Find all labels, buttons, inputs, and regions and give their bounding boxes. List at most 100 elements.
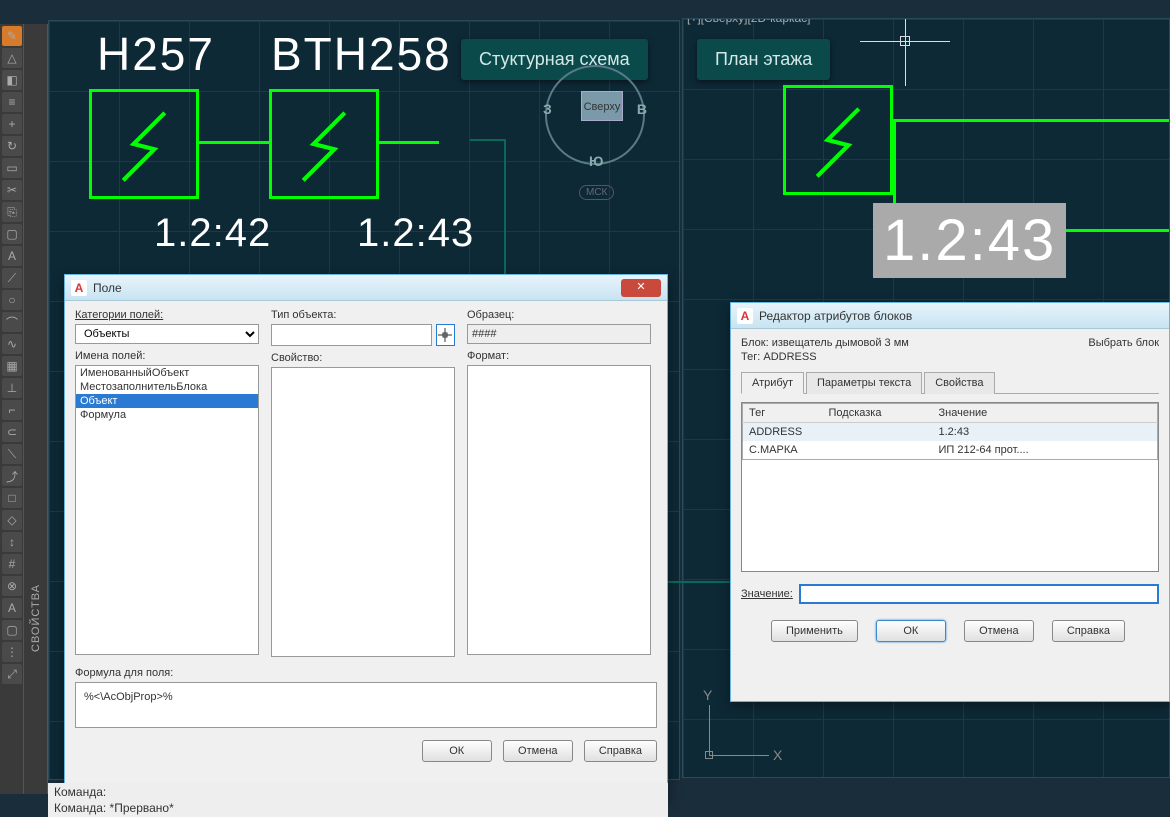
tab-attribute[interactable]: Атрибут bbox=[741, 372, 804, 394]
command-line-2[interactable]: Команда: *Прервано* bbox=[48, 799, 668, 817]
tool-28[interactable]: ⋮ bbox=[2, 642, 22, 662]
tag-floor-plan: План этажа bbox=[697, 39, 830, 80]
field-dialog-titlebar[interactable]: A Поле ✕ bbox=[65, 275, 667, 301]
tab-properties[interactable]: Свойства bbox=[924, 372, 994, 394]
tool-1[interactable]: △ bbox=[2, 48, 22, 68]
tag-info: Тег: ADDRESS bbox=[741, 351, 909, 363]
addr-1: 1.2:42 bbox=[154, 211, 271, 256]
label-object-type: Тип объекта: bbox=[271, 309, 455, 321]
block-right[interactable] bbox=[783, 85, 893, 195]
listbox-format[interactable] bbox=[467, 365, 651, 655]
tool-29[interactable]: ⤢ bbox=[2, 664, 22, 684]
view-cube-west[interactable]: З bbox=[543, 101, 552, 117]
view-cube[interactable]: Сверху З В Ю МСК bbox=[545, 65, 645, 165]
side-properties-panel: СВОЙСТВА bbox=[24, 24, 48, 794]
view-cube-top[interactable]: Сверху bbox=[581, 91, 623, 121]
field-dialog: A Поле ✕ Категории полей: Объекты Имена … bbox=[64, 274, 668, 798]
help-button[interactable]: Справка bbox=[584, 740, 657, 762]
attr-dialog-titlebar[interactable]: A Редактор атрибутов блоков bbox=[731, 303, 1169, 329]
tool-26[interactable]: A bbox=[2, 598, 22, 618]
tool-18[interactable]: ⊂ bbox=[2, 422, 22, 442]
view-cube-wcs[interactable]: МСК bbox=[579, 185, 614, 200]
tool-21[interactable]: □ bbox=[2, 488, 22, 508]
block-1[interactable] bbox=[89, 89, 199, 199]
tab-text-params[interactable]: Параметры текста bbox=[806, 372, 922, 394]
apply-button[interactable]: Применить bbox=[771, 620, 858, 642]
cancel-button[interactable]: Отмена bbox=[503, 740, 573, 762]
tool-14[interactable]: ∿ bbox=[2, 334, 22, 354]
tool-24[interactable]: # bbox=[2, 554, 22, 574]
label-sample: Образец: bbox=[467, 309, 651, 321]
table-row[interactable]: ADDRESS 1.2:43 bbox=[743, 423, 1158, 442]
cancel-button[interactable]: Отмена bbox=[964, 620, 1034, 642]
block-label-2: BTH258 bbox=[271, 27, 452, 81]
list-item-selected[interactable]: Объект bbox=[76, 394, 258, 408]
tool-17[interactable]: ⌐ bbox=[2, 400, 22, 420]
addr-2: 1.2:43 bbox=[357, 211, 474, 256]
tool-23[interactable]: ↕ bbox=[2, 532, 22, 552]
properties-label: СВОЙСТВА bbox=[30, 584, 42, 652]
tool-10[interactable]: A bbox=[2, 246, 22, 266]
app-icon: A bbox=[71, 280, 87, 296]
label-format: Формат: bbox=[467, 350, 651, 362]
tool-pencil[interactable]: ✎ bbox=[2, 26, 22, 46]
listbox-property[interactable] bbox=[271, 367, 455, 657]
tool-22[interactable]: ◇ bbox=[2, 510, 22, 530]
tool-11[interactable]: ⟋ bbox=[2, 268, 22, 288]
tool-16[interactable]: ⊥ bbox=[2, 378, 22, 398]
formula-display: %<\AcObjProp>% bbox=[75, 682, 657, 728]
ok-button[interactable]: ОК bbox=[876, 620, 946, 642]
view-cube-south[interactable]: Ю bbox=[589, 153, 603, 169]
wire-right-1 bbox=[893, 119, 1170, 122]
listbox-names[interactable]: ИменованныйОбъект МестозаполнительБлока … bbox=[75, 365, 259, 655]
label-names: Имена полей: bbox=[75, 350, 259, 362]
tool-15[interactable]: ▦ bbox=[2, 356, 22, 376]
app-icon: A bbox=[737, 308, 753, 324]
col-value[interactable]: Значение bbox=[933, 404, 1158, 423]
list-item[interactable]: ИменованныйОбъект bbox=[76, 366, 258, 380]
viewport-title: [+][Сверху][2D-каркас] bbox=[687, 18, 811, 25]
tool-20[interactable]: ⤴ bbox=[2, 466, 22, 486]
input-object-type[interactable] bbox=[271, 324, 432, 346]
tool-27[interactable]: ▢ bbox=[2, 620, 22, 640]
input-value[interactable] bbox=[799, 584, 1159, 604]
label-property: Свойство: bbox=[271, 352, 455, 364]
block-info: Блок: извещатель дымовой 3 мм bbox=[741, 337, 909, 349]
tool-12[interactable]: ○ bbox=[2, 290, 22, 310]
view-cube-east[interactable]: В bbox=[637, 101, 647, 117]
block-label-1: H257 bbox=[97, 27, 215, 81]
attribute-editor-dialog: A Редактор атрибутов блоков Блок: извеща… bbox=[730, 302, 1170, 702]
tool-2[interactable]: ◧ bbox=[2, 70, 22, 90]
close-button[interactable]: ✕ bbox=[621, 279, 661, 297]
attr-dialog-title: Редактор атрибутов блоков bbox=[759, 309, 1163, 323]
tool-6[interactable]: ▭ bbox=[2, 158, 22, 178]
ok-button[interactable]: ОК bbox=[422, 740, 492, 762]
tool-4[interactable]: + bbox=[2, 114, 22, 134]
tool-7[interactable]: ✂ bbox=[2, 180, 22, 200]
tool-5[interactable]: ↻ bbox=[2, 136, 22, 156]
list-item[interactable]: Формула bbox=[76, 408, 258, 422]
help-button[interactable]: Справка bbox=[1052, 620, 1125, 642]
pick-object-button[interactable] bbox=[436, 324, 455, 346]
sample-display: #### bbox=[467, 324, 651, 344]
wire-2 bbox=[379, 141, 439, 144]
field-dialog-title: Поле bbox=[93, 281, 621, 295]
block-2[interactable] bbox=[269, 89, 379, 199]
select-category[interactable]: Объекты bbox=[75, 324, 259, 344]
label-formula: Формула для поля: bbox=[75, 667, 657, 679]
table-row[interactable]: С.МАРКА ИП 212-64 прот.... bbox=[743, 441, 1158, 460]
col-prompt[interactable]: Подсказка bbox=[823, 404, 933, 423]
attribute-value-highlight: 1.2:43 bbox=[873, 203, 1066, 278]
tool-13[interactable]: ⌒ bbox=[2, 312, 22, 332]
tool-25[interactable]: ⊗ bbox=[2, 576, 22, 596]
col-tag[interactable]: Тег bbox=[743, 404, 823, 423]
select-block-link[interactable]: Выбрать блок bbox=[1088, 337, 1159, 363]
tool-3[interactable]: ≡ bbox=[2, 92, 22, 112]
tool-8[interactable]: ⎘ bbox=[2, 202, 22, 222]
tool-19[interactable]: ⟍ bbox=[2, 444, 22, 464]
attribute-table[interactable]: Тег Подсказка Значение ADDRESS 1.2:43 С.… bbox=[741, 402, 1159, 572]
wire-1 bbox=[199, 141, 269, 144]
tool-9[interactable]: ▢ bbox=[2, 224, 22, 244]
list-item[interactable]: МестозаполнительБлока bbox=[76, 380, 258, 394]
attr-tab-strip: Атрибут Параметры текста Свойства bbox=[741, 371, 1159, 394]
